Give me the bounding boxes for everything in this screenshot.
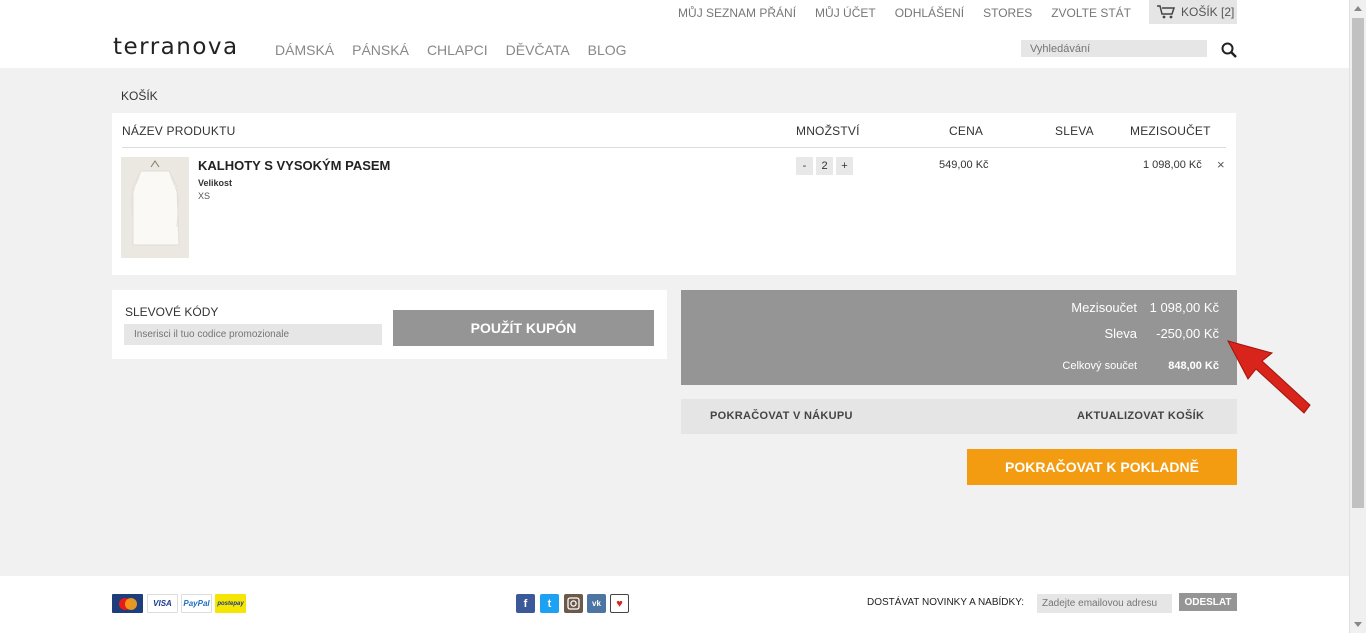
header-divider [122, 147, 1226, 148]
total-label: Celkový součet [1062, 360, 1137, 372]
coupon-input[interactable] [124, 324, 382, 345]
logout-link[interactable]: ODHLÁŠENÍ [895, 6, 964, 20]
newsletter-label: DOSTÁVAT NOVINKY A NABÍDKY: [867, 597, 1025, 608]
heart-icon[interactable]: ♥ [610, 594, 629, 613]
vk-icon[interactable]: vk [587, 594, 606, 613]
subtotal-value: 1 098,00 Kč [1149, 300, 1219, 315]
product-attribute-label: Velikost [198, 178, 233, 188]
quantity-value[interactable]: 2 [816, 157, 833, 175]
cart-actions: POKRAČOVAT V NÁKUPU AKTUALIZOVAT KOŠÍK [681, 399, 1237, 434]
product-name[interactable]: KALHOTY S VYSOKÝM PASEM [198, 158, 390, 173]
total-value: 848,00 Kč [1168, 360, 1219, 372]
instagram-icon[interactable] [564, 594, 583, 613]
footer: VISA PayPal postepay f t vk ♥ DOSTÁVAT N… [0, 576, 1349, 633]
choose-country-link[interactable]: ZVOLTE STÁT [1051, 6, 1131, 20]
facebook-icon[interactable]: f [516, 594, 535, 613]
breadcrumb: KOŠÍK [121, 89, 158, 103]
subtotal-label: Mezisoučet [1071, 300, 1137, 315]
main-nav: DÁMSKÁ PÁNSKÁ CHLAPCI DĚVČATA BLOG [275, 42, 645, 58]
totals-panel: Mezisoučet 1 098,00 Kč Sleva -250,00 Kč … [681, 290, 1237, 385]
twitter-icon[interactable]: t [540, 594, 559, 613]
nav-men[interactable]: PÁNSKÁ [352, 42, 409, 58]
quantity-decrease-button[interactable]: - [796, 157, 813, 175]
subtotal-row: Mezisoučet 1 098,00 Kč [1017, 300, 1219, 315]
cart-label: KOŠÍK [2] [1181, 5, 1235, 19]
scroll-down-icon[interactable] [1354, 622, 1362, 627]
scrollbar-thumb[interactable] [1352, 18, 1364, 508]
header-price: CENA [949, 124, 984, 138]
scrollbar[interactable] [1349, 0, 1366, 633]
header-product: NÁZEV PRODUKTU [122, 124, 236, 138]
discount-label: Sleva [1104, 326, 1137, 341]
item-price: 549,00 Kč [939, 159, 989, 171]
paypal-icon: PayPal [181, 594, 212, 613]
nav-girls[interactable]: DĚVČATA [506, 42, 570, 58]
update-cart-link[interactable]: AKTUALIZOVAT KOŠÍK [1077, 410, 1204, 422]
cart-icon [1157, 5, 1175, 19]
discount-value: -250,00 Kč [1156, 326, 1219, 341]
coupon-label: SLEVOVÉ KÓDY [125, 305, 219, 319]
nav-boys[interactable]: CHLAPCI [427, 42, 488, 58]
postepay-icon: postepay [215, 594, 246, 613]
apply-coupon-button[interactable]: POUŽÍT KUPÓN [393, 310, 654, 346]
newsletter-email-input[interactable] [1037, 594, 1172, 613]
discount-row: Sleva -250,00 Kč [1017, 326, 1219, 341]
visa-icon: VISA [147, 594, 178, 613]
nav-women[interactable]: DÁMSKÁ [275, 42, 334, 58]
logo[interactable]: Terranova [113, 34, 239, 60]
search-input[interactable] [1021, 40, 1207, 57]
quantity-increase-button[interactable]: + [836, 157, 853, 175]
mastercard-icon [112, 594, 143, 613]
search-icon[interactable] [1221, 42, 1237, 58]
nav-blog[interactable]: BLOG [588, 42, 627, 58]
header-subtotal: MEZISOUČET [1130, 124, 1211, 138]
cart-button[interactable]: KOŠÍK [2] [1149, 0, 1237, 24]
coupon-box: SLEVOVÉ KÓDY POUŽÍT KUPÓN [112, 290, 667, 359]
header-quantity: MNOŽSTVÍ [796, 124, 860, 138]
header-discount: SLEVA [1055, 124, 1094, 138]
remove-item-button[interactable]: × [1217, 157, 1225, 172]
newsletter-send-button[interactable]: ODESLAT [1179, 593, 1237, 611]
header: MŮJ SEZNAM PŘÁNÍ MŮJ ÚČET ODHLÁŠENÍ STOR… [0, 0, 1349, 68]
product-attribute-value: XS [198, 191, 211, 201]
cart-table: NÁZEV PRODUKTU MNOŽSTVÍ CENA SLEVA MEZIS… [112, 113, 1236, 275]
checkout-button[interactable]: POKRAČOVAT K POKLADNĚ [967, 449, 1237, 485]
continue-shopping-link[interactable]: POKRAČOVAT V NÁKUPU [710, 410, 853, 422]
red-arrow-annotation [1227, 340, 1311, 414]
my-account-link[interactable]: MŮJ ÚČET [815, 6, 876, 20]
stores-link[interactable]: STORES [983, 6, 1032, 20]
scroll-up-icon[interactable] [1354, 6, 1362, 11]
top-links: MŮJ SEZNAM PŘÁNÍ MŮJ ÚČET ODHLÁŠENÍ STOR… [659, 0, 1131, 26]
product-thumbnail[interactable] [121, 157, 189, 258]
wishlist-link[interactable]: MŮJ SEZNAM PŘÁNÍ [678, 6, 796, 20]
total-row: Celkový součet 848,00 Kč [1017, 360, 1219, 372]
quantity-stepper: - 2 + [796, 157, 853, 175]
item-subtotal: 1 098,00 Kč [1143, 159, 1202, 171]
